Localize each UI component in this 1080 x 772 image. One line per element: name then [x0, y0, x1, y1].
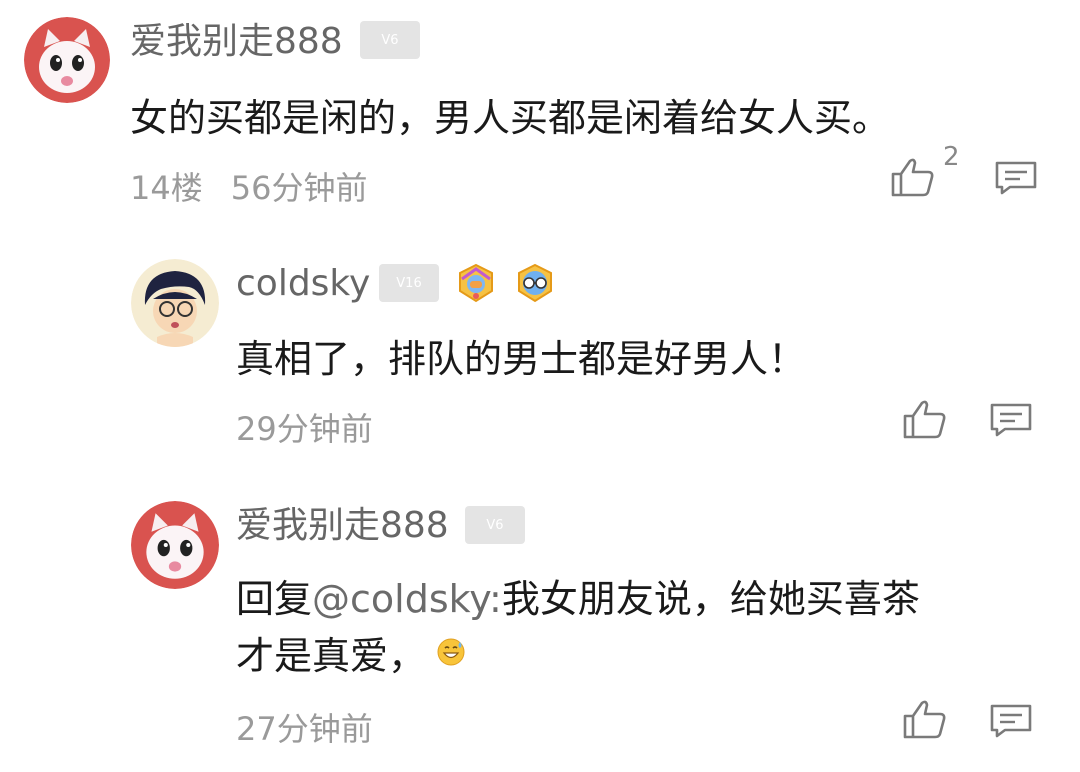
level-badge: V16 — [379, 264, 439, 302]
avatar[interactable] — [24, 17, 110, 103]
glasses-medal-icon — [515, 263, 555, 303]
comment-icon[interactable] — [989, 703, 1033, 739]
timestamp: 56分钟前 — [230, 169, 368, 207]
thumbs-up-icon[interactable] — [902, 398, 948, 440]
level-badge: V6 — [465, 506, 525, 544]
floor-number: 14楼 — [130, 169, 203, 207]
thumbs-up-icon[interactable] — [890, 156, 936, 198]
username[interactable]: 爱我别走888 — [130, 24, 343, 60]
username[interactable]: coldsky — [236, 266, 370, 302]
comment-text-line2: 才是真爱， — [236, 628, 466, 684]
comment-text: 女的买都是闲的，男人买都是闲着给女人买。 — [130, 96, 891, 140]
comment-icon[interactable] — [989, 402, 1033, 438]
fist-medal-icon — [456, 263, 496, 303]
timestamp: 27分钟前 — [236, 710, 373, 748]
comment-icon[interactable] — [994, 160, 1038, 196]
avatar[interactable] — [131, 501, 219, 589]
grin-sweat-emoji-icon — [437, 638, 465, 666]
comment-text: 真相了，排队的男士都是好男人！ — [236, 337, 807, 381]
level-badge: V6 — [360, 21, 420, 59]
mention-link[interactable]: @coldsky: — [312, 577, 502, 621]
comment-text-line1: 我女朋友说，给她买喜茶 — [501, 577, 920, 621]
comment-text: 回复@coldsky:我女朋友说，给她买喜茶 — [236, 571, 920, 627]
like-count: 2 — [943, 142, 960, 172]
thumbs-up-icon[interactable] — [902, 698, 948, 740]
username[interactable]: 爱我别走888 — [236, 508, 449, 544]
avatar[interactable] — [131, 259, 219, 347]
timestamp: 29分钟前 — [236, 410, 373, 448]
reply-prefix: 回复 — [236, 577, 313, 621]
comment-meta: 14楼 56分钟前 — [130, 172, 367, 204]
